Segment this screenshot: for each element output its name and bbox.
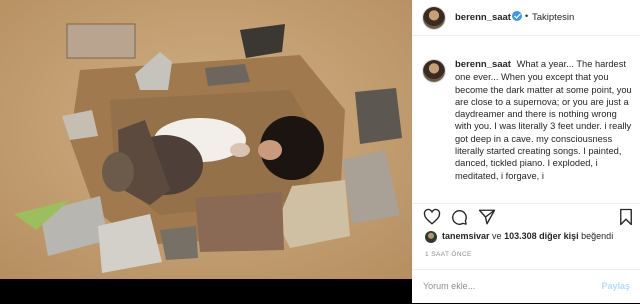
likes-count[interactable]: 103.308 diğer kişi bbox=[504, 231, 579, 241]
verified-badge-icon bbox=[512, 11, 522, 21]
header-separator: • bbox=[525, 11, 529, 21]
liker-avatar[interactable] bbox=[425, 231, 437, 243]
likes-connector: ve bbox=[492, 231, 502, 241]
author-avatar[interactable] bbox=[423, 7, 445, 29]
heart-icon[interactable] bbox=[423, 208, 441, 226]
send-icon[interactable] bbox=[478, 208, 496, 226]
comment-icon[interactable] bbox=[450, 208, 468, 226]
post-caption: berenn_saat What a year... The hardest o… bbox=[455, 58, 635, 196]
comment-input[interactable]: Yorum ekle... bbox=[423, 281, 475, 291]
liker-username[interactable]: tanemsivar bbox=[442, 231, 490, 241]
caption-author-avatar[interactable] bbox=[423, 60, 445, 82]
author-username[interactable]: berenn_saat bbox=[455, 12, 511, 23]
post-photo[interactable] bbox=[0, 0, 412, 279]
likes-suffix: beğendi bbox=[581, 231, 614, 241]
caption-text: What a year... The hardest one ever... W… bbox=[455, 59, 632, 181]
post-comment-button[interactable]: Paylaş bbox=[601, 281, 630, 291]
caption-username[interactable]: berenn_saat bbox=[455, 59, 511, 70]
post-timestamp[interactable]: 1 SAAT ÖNCE bbox=[425, 251, 472, 258]
likes-text: tanemsivar ve 103.308 diğer kişi beğendi bbox=[442, 231, 613, 241]
photo-letterbox bbox=[0, 279, 412, 303]
comment-box: Yorum ekle... Paylaş bbox=[412, 269, 640, 304]
action-bar bbox=[412, 203, 640, 228]
bookmark-icon[interactable] bbox=[617, 208, 635, 226]
follow-status-button[interactable]: Takiptesin bbox=[532, 12, 574, 23]
likes-summary: tanemsivar ve 103.308 diğer kişi beğendi bbox=[412, 228, 640, 246]
post-header: berenn_saat • Takiptesin bbox=[412, 0, 640, 36]
post-details-panel: berenn_saat • Takiptesin berenn_saat Wha… bbox=[412, 0, 640, 303]
